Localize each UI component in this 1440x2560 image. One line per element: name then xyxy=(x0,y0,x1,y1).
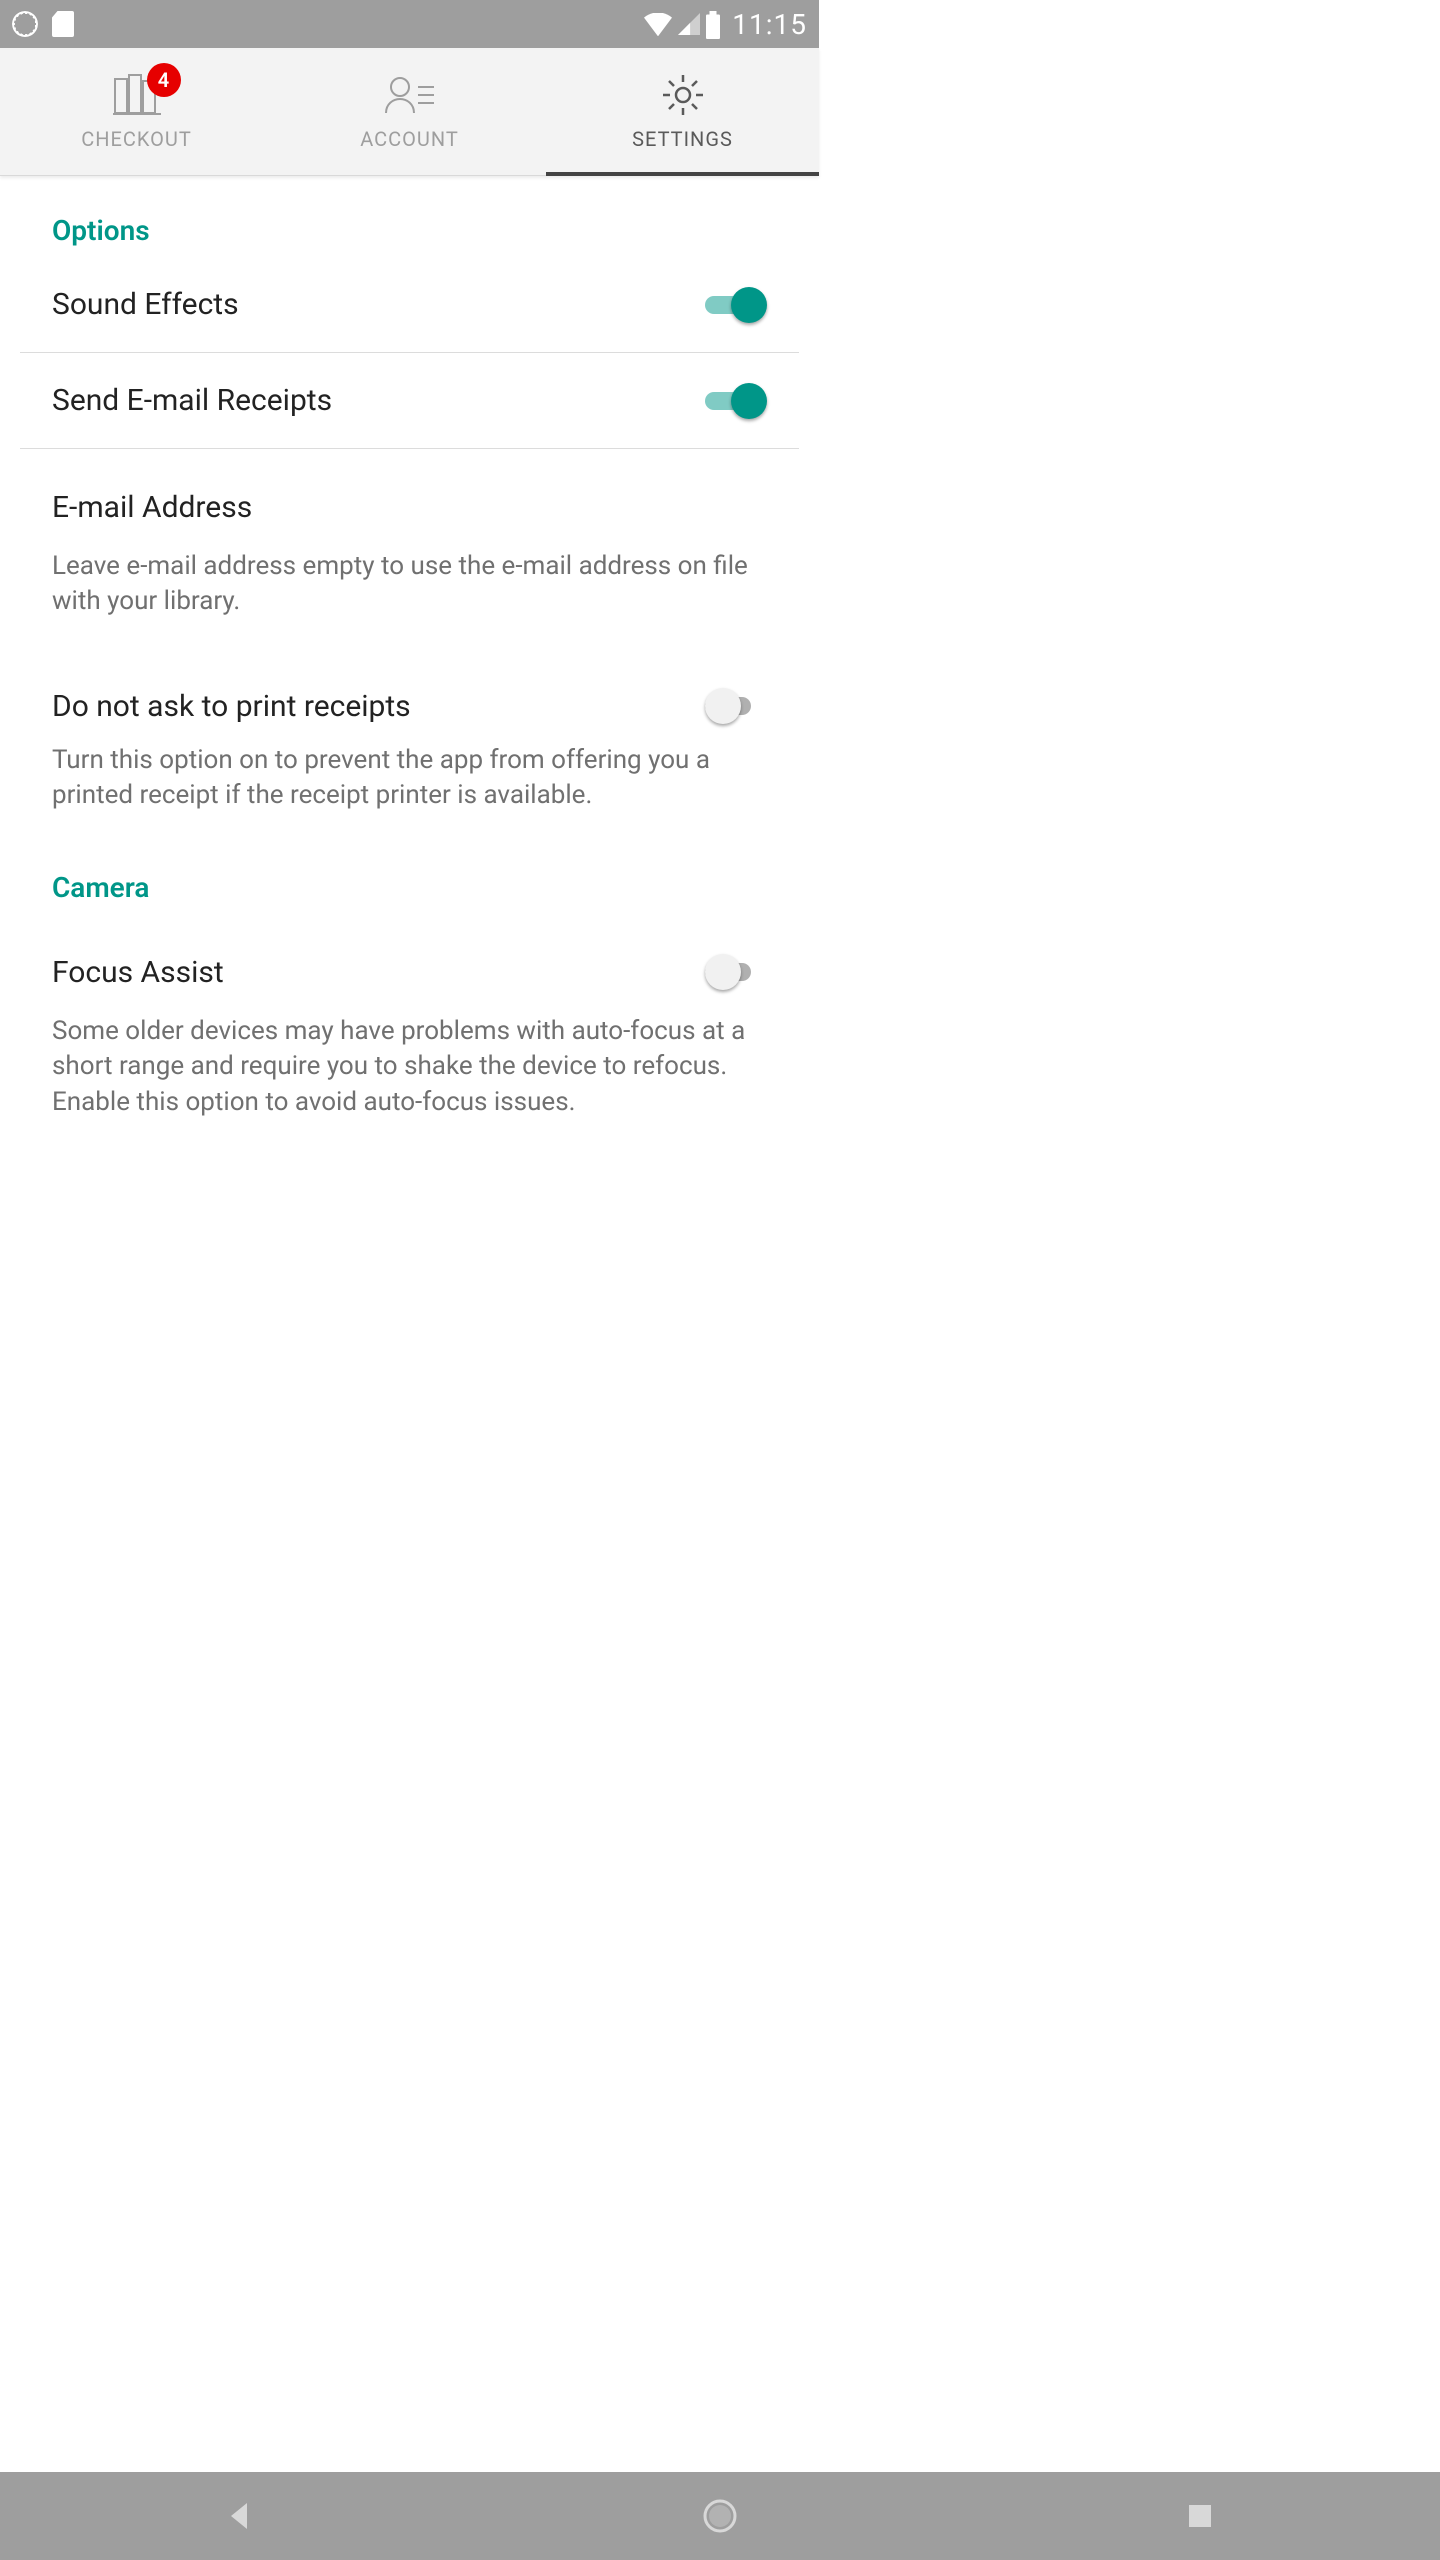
row-no-print-receipts[interactable]: Do not ask to print receipts xyxy=(20,643,799,739)
row-email-address[interactable]: E-mail Address xyxy=(20,449,799,545)
wifi-icon xyxy=(644,13,672,35)
label-no-print-receipts: Do not ask to print receipts xyxy=(52,689,705,724)
books-icon: 4 xyxy=(111,73,163,117)
android-nav-bar xyxy=(0,2472,1440,2560)
toggle-send-receipts[interactable] xyxy=(705,383,767,419)
section-title-options: Options xyxy=(20,176,799,257)
tab-account[interactable]: ACCOUNT xyxy=(273,48,546,175)
sync-icon xyxy=(12,11,38,37)
section-title-camera: Camera xyxy=(20,837,799,914)
tab-bar: 4 CHECKOUT ACCOUNT SETTINGS xyxy=(0,48,819,176)
label-focus-assist: Focus Assist xyxy=(52,955,705,990)
settings-content: Options Sound Effects Send E-mail Receip… xyxy=(0,176,819,1144)
row-sound-effects[interactable]: Sound Effects xyxy=(20,257,799,353)
nav-home-button[interactable] xyxy=(700,2496,740,2536)
tab-checkout[interactable]: 4 CHECKOUT xyxy=(0,48,273,175)
status-clock: 11:15 xyxy=(726,8,807,41)
toggle-sound-effects[interactable] xyxy=(705,287,767,323)
toggle-focus-assist[interactable] xyxy=(705,954,767,990)
tab-settings[interactable]: SETTINGS xyxy=(546,48,819,175)
row-focus-assist[interactable]: Focus Assist xyxy=(20,914,799,1010)
hint-email-address: Leave e-mail address empty to use the e-… xyxy=(20,545,799,643)
label-sound-effects: Sound Effects xyxy=(52,287,705,322)
tab-account-label: ACCOUNT xyxy=(360,127,459,151)
tab-settings-label: SETTINGS xyxy=(632,127,733,151)
nav-recent-button[interactable] xyxy=(1180,2496,1220,2536)
row-send-receipts[interactable]: Send E-mail Receipts xyxy=(20,353,799,449)
toggle-no-print-receipts[interactable] xyxy=(705,688,767,724)
label-email-address: E-mail Address xyxy=(52,490,767,525)
checkout-badge: 4 xyxy=(147,63,181,97)
hint-focus-assist: Some older devices may have problems wit… xyxy=(20,1010,799,1143)
nav-back-button[interactable] xyxy=(220,2496,260,2536)
label-send-receipts: Send E-mail Receipts xyxy=(52,383,705,418)
person-list-icon xyxy=(384,73,436,117)
hint-no-print-receipts: Turn this option on to prevent the app f… xyxy=(20,739,799,837)
cell-signal-icon xyxy=(678,13,700,35)
battery-icon xyxy=(706,11,720,37)
gear-icon xyxy=(657,73,709,117)
status-bar: 11:15 xyxy=(0,0,819,48)
sd-card-icon xyxy=(52,11,74,37)
tab-checkout-label: CHECKOUT xyxy=(81,127,192,151)
